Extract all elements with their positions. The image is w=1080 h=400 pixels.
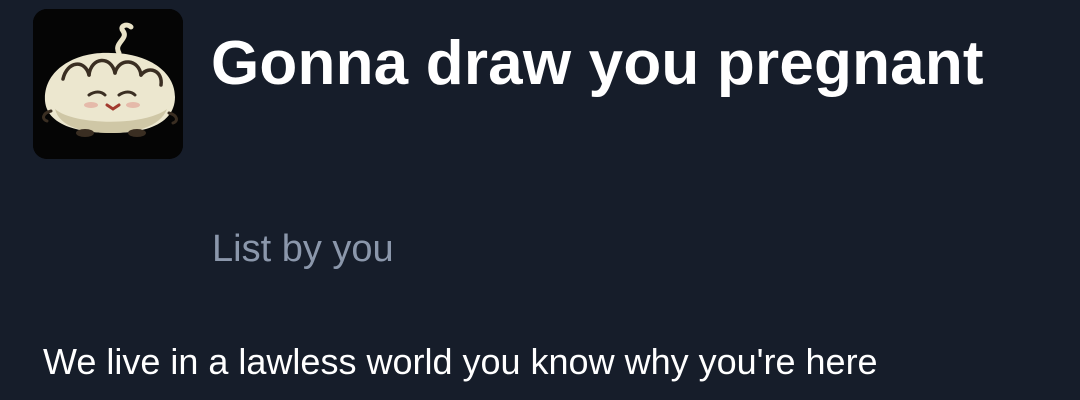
list-description: We live in a lawless world you know why … — [43, 341, 878, 382]
list-title: Gonna draw you pregnant — [211, 29, 984, 98]
list-owner-label: List by you — [212, 228, 394, 270]
creature-avatar-icon — [33, 9, 183, 159]
list-header: Gonna draw you pregnant List by you We l… — [0, 0, 1080, 400]
list-avatar[interactable] — [33, 9, 183, 159]
